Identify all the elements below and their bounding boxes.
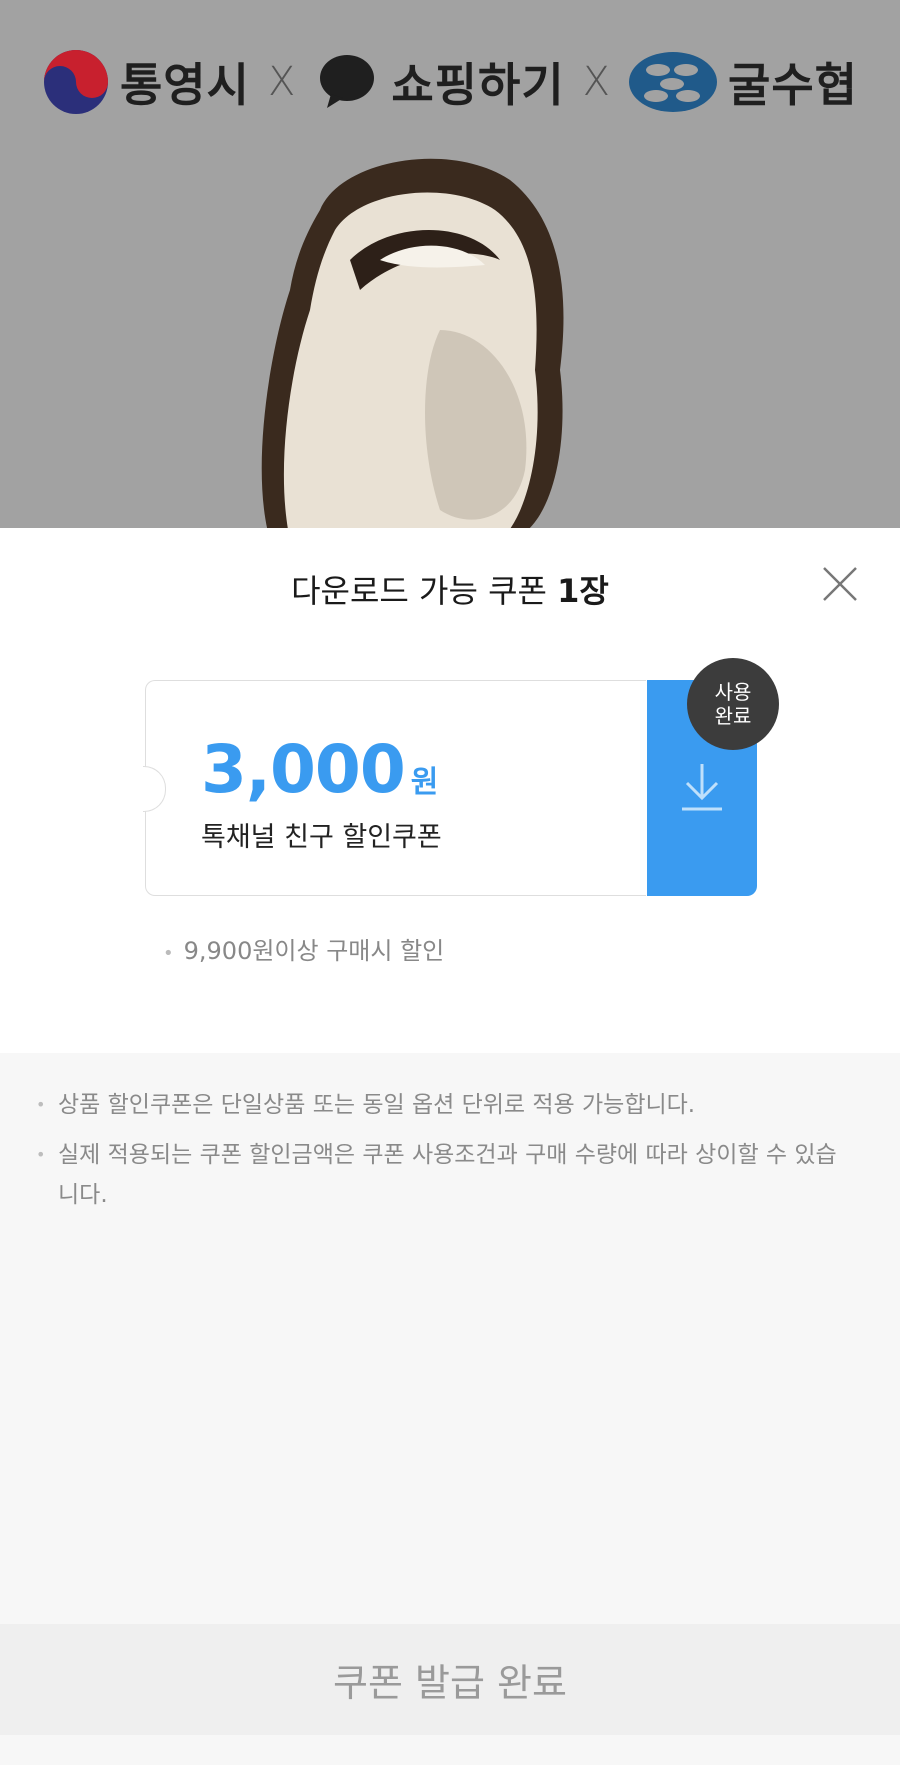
notice-text: 실제 적용되는 쿠폰 할인금액은 쿠폰 사용조건과 구매 수량에 따라 상이할 …	[58, 1142, 837, 1208]
sheet-title: 다운로드 가능 쿠폰 1장	[0, 566, 900, 612]
taegeuk-logo-icon	[43, 50, 108, 114]
coupon-issued-button[interactable]: 쿠폰 발급 완료	[0, 1624, 900, 1735]
fish-logo-icon	[629, 52, 718, 112]
amount-unit: 원	[410, 765, 439, 800]
notice-item: • 상품 할인쿠폰은 단일상품 또는 동일 옵션 단위로 적용 가능합니다.	[36, 1085, 856, 1125]
title-text: 다운로드 가능 쿠폰	[291, 572, 547, 610]
badge-line2: 완료	[714, 704, 752, 728]
brand-suhyup: 굴수협	[628, 48, 858, 116]
separator: X	[267, 59, 296, 105]
brand-name: 통영시	[119, 58, 250, 112]
brand-name: 굴수협	[728, 58, 859, 112]
coupon-name: 톡채널 친구 할인쿠폰	[201, 822, 442, 853]
oyster-image	[261, 158, 564, 530]
bullet-icon: •	[36, 1095, 46, 1114]
brand-shopping: 쇼핑하기	[313, 48, 564, 116]
brand-tongyeong: 통영시	[42, 48, 250, 116]
amount-value: 3,000	[201, 731, 406, 808]
title-count: 1장	[557, 572, 609, 610]
coupon-sheet: 다운로드 가능 쿠폰 1장 3,000 원 톡채널 친구 할인쿠폰 사용 완료 •…	[0, 528, 900, 1765]
brand-row: 통영시 X 쇼핑하기 X 굴수협	[0, 42, 900, 122]
used-badge: 사용 완료	[687, 658, 779, 750]
badge-line1: 사용	[714, 680, 752, 704]
bullet-icon: •	[163, 943, 174, 964]
bullet-icon: •	[36, 1145, 46, 1164]
separator: X	[582, 59, 611, 105]
condition-text: 9,900원이상 구매시 할인	[183, 937, 445, 965]
brand-name: 쇼핑하기	[391, 58, 565, 112]
close-icon[interactable]	[820, 564, 860, 604]
notice-text: 상품 할인쿠폰은 단일상품 또는 동일 옵션 단위로 적용 가능합니다.	[58, 1092, 696, 1118]
notice-item: • 실제 적용되는 쿠폰 할인금액은 쿠폰 사용조건과 구매 수량에 따라 상이…	[36, 1135, 856, 1215]
download-icon	[682, 764, 722, 811]
coupon-amount: 3,000 원	[201, 731, 438, 808]
coupon-condition: • 9,900원이상 구매시 할인	[163, 931, 444, 966]
product-header-image: 통영시 X 쇼핑하기 X 굴수협	[0, 0, 900, 530]
coupon-card: 3,000 원 톡채널 친구 할인쿠폰 사용 완료	[143, 658, 779, 896]
coupon-body: 3,000 원 톡채널 친구 할인쿠폰	[145, 680, 646, 896]
speech-bubble-icon	[320, 55, 375, 108]
